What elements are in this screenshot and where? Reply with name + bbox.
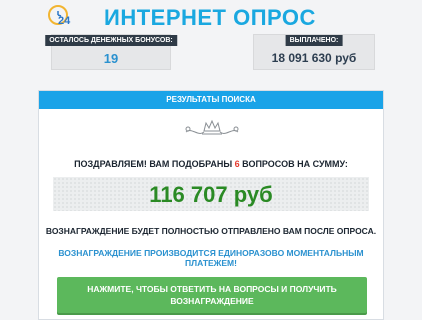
reward-amount: 116 707 руб: [149, 182, 273, 207]
cta-line-1: НАЖМИТЕ, ЧТОБЫ ОТВЕТИТЬ НА ВОПРОСЫ И ПОЛ…: [87, 284, 337, 294]
site-header: 24 ИНТЕРНЕТ ОПРОС: [0, 0, 422, 32]
paid-out-value: 18 091 630 руб: [271, 51, 357, 65]
logo-number: 24: [58, 15, 71, 27]
results-panel-header: РЕЗУЛЬТАТЫ ПОИСКА: [39, 91, 383, 109]
crown-ornament-icon: [185, 119, 239, 135]
paid-out-label: ВЫПЛАЧЕНО:: [285, 35, 343, 46]
results-panel: РЕЗУЛЬТАТЫ ПОИСКА ПОЗДРАВЛЯЕМ! ВАМ ПОДОБ…: [38, 90, 384, 320]
reward-sent-note: ВОЗНАГРАЖДЕНИЕ БУДЕТ ПОЛНОСТЬЮ ОТПРАВЛЕН…: [45, 226, 377, 236]
amount-box: 116 707 руб: [53, 177, 369, 211]
congrats-text: ПОЗДРАВЛЯЕМ! ВАМ ПОДОБРАНЫ 6 ВОПРОСОВ НА…: [39, 159, 383, 169]
bonuses-remaining-label: ОСТАЛОСЬ ДЕНЕЖНЫХ БОНУСОВ:: [45, 35, 177, 46]
bonuses-remaining-value: 19: [103, 51, 119, 66]
congrats-prefix: ПОЗДРАВЛЯЕМ! ВАМ ПОДОБРАНЫ: [74, 159, 235, 169]
bonuses-remaining-box: ОСТАЛОСЬ ДЕНЕЖНЫХ БОНУСОВ: 19: [45, 34, 177, 70]
cta-line-2: ВОЗНАГРАЖДЕНИЕ: [170, 296, 254, 306]
answer-questions-button[interactable]: НАЖМИТЕ, ЧТОБЫ ОТВЕТИТЬ НА ВОПРОСЫ И ПОЛ…: [57, 277, 367, 313]
page-title: ИНТЕРНЕТ ОПРОС: [104, 5, 316, 30]
congrats-suffix: ВОПРОСОВ НА СУММУ:: [239, 159, 348, 169]
paid-out-box: ВЫПЛАЧЕНО: 18 091 630 руб: [253, 34, 375, 70]
reward-once-note: ВОЗНАГРАЖДЕНИЕ ПРОИЗВОДИТСЯ ЕДИНОРАЗОВО …: [58, 248, 364, 268]
